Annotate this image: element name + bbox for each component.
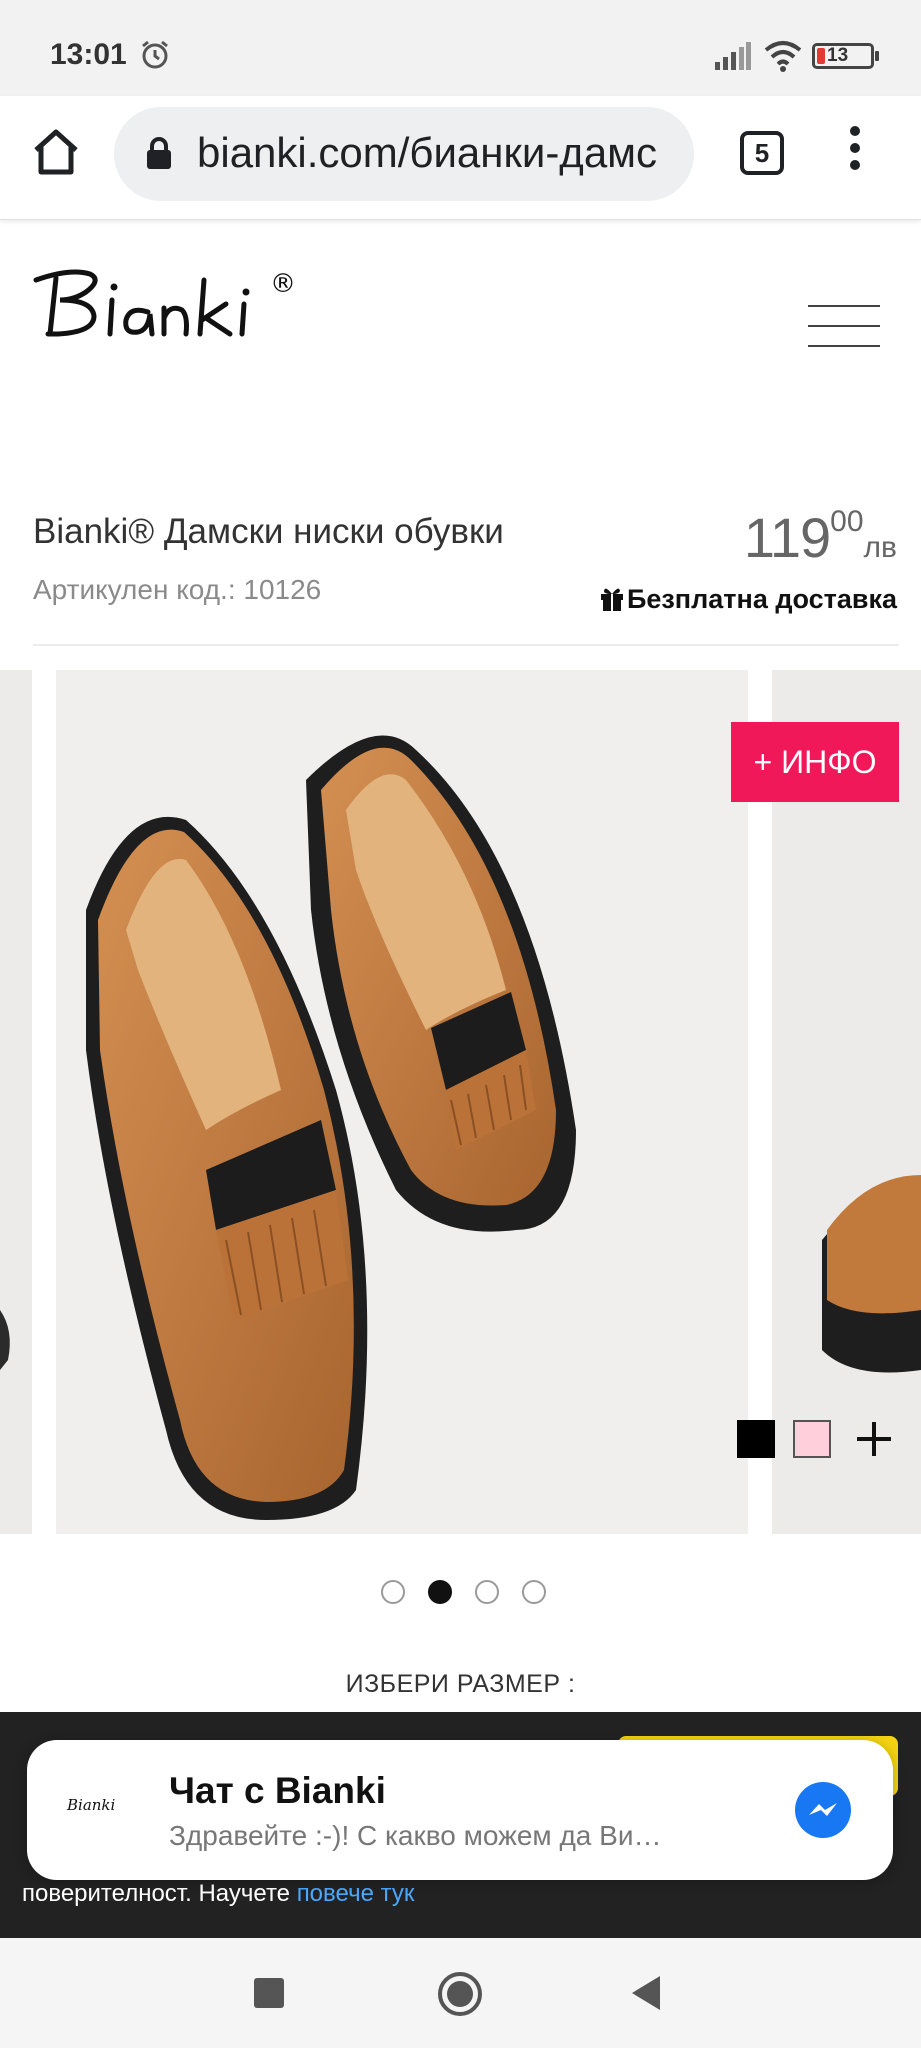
info-button[interactable]: + ИНФО: [731, 722, 899, 802]
previous-slide[interactable]: [0, 670, 32, 1534]
price-currency: лв: [863, 531, 897, 564]
alarm-icon: [142, 40, 168, 69]
cookie-more-link[interactable]: повече тук: [297, 1880, 415, 1907]
recent-apps-button[interactable]: [254, 1978, 284, 2008]
battery-icon: 13: [812, 43, 879, 69]
free-delivery: Безплатна доставка: [599, 584, 897, 615]
color-swatch-pink[interactable]: [793, 1420, 831, 1458]
product-code: Артикулен код.: 10126: [33, 574, 322, 605]
browser-toolbar: bianki.com/бианки-дамс 5: [0, 96, 921, 220]
carousel-dot-active[interactable]: [428, 1580, 452, 1604]
battery-level: 13: [827, 45, 849, 66]
carousel-dot[interactable]: [381, 1580, 405, 1604]
back-button[interactable]: [632, 1976, 660, 2010]
wifi-icon: [764, 41, 802, 72]
cookie-text-body: поверителност. Научете: [22, 1880, 291, 1907]
color-swatch-black[interactable]: [737, 1420, 775, 1458]
tabs-button[interactable]: 5: [740, 131, 784, 175]
home-icon[interactable]: [30, 126, 82, 178]
chat-title: Чат с Bianki: [169, 1770, 386, 1811]
home-nav-button[interactable]: [438, 1972, 482, 2016]
free-delivery-label: Безплатна доставка: [626, 584, 897, 614]
price-integer: 119: [743, 506, 831, 569]
gift-icon: [600, 588, 623, 611]
chat-message: Здравейте :-)! С какво можем да Ви…: [169, 1820, 662, 1851]
system-nav-bar: [0, 1938, 921, 2048]
plus-icon[interactable]: [853, 1418, 895, 1460]
bianki-logo[interactable]: ®: [30, 260, 300, 350]
cookie-text: поверителност. Научете повече тук: [22, 1880, 414, 1908]
product-image[interactable]: [56, 670, 748, 1534]
url-text: bianki.com/бианки-дамс: [197, 129, 658, 176]
product-price: 11900лв: [744, 505, 897, 570]
svg-text:®: ®: [270, 269, 296, 299]
hamburger-menu-icon[interactable]: [808, 305, 880, 353]
carousel-dot[interactable]: [522, 1580, 546, 1604]
url-field[interactable]: bianki.com/бианки-дамс: [114, 107, 694, 201]
more-menu-icon[interactable]: [845, 126, 865, 178]
signal-icon: [715, 42, 751, 70]
status-bar: 13:01 13: [0, 0, 921, 110]
messenger-icon[interactable]: [795, 1782, 851, 1838]
divider: [33, 644, 899, 646]
product-title: Bianki® Дамски ниски обувки: [33, 512, 504, 551]
chat-popup[interactable]: Bianki Чат с Bianki Здравейте :-)! С как…: [27, 1740, 893, 1880]
lock-icon: [147, 137, 171, 169]
size-label: ИЗБЕРИ РАЗМЕР :: [345, 1670, 576, 1698]
chat-avatar-text: Bianki: [66, 1796, 116, 1814]
carousel-dot[interactable]: [475, 1580, 499, 1604]
price-decimal: 00: [830, 505, 864, 538]
status-time: 13:01: [50, 38, 127, 71]
chat-avatar-logo: Bianki: [66, 1796, 116, 1814]
